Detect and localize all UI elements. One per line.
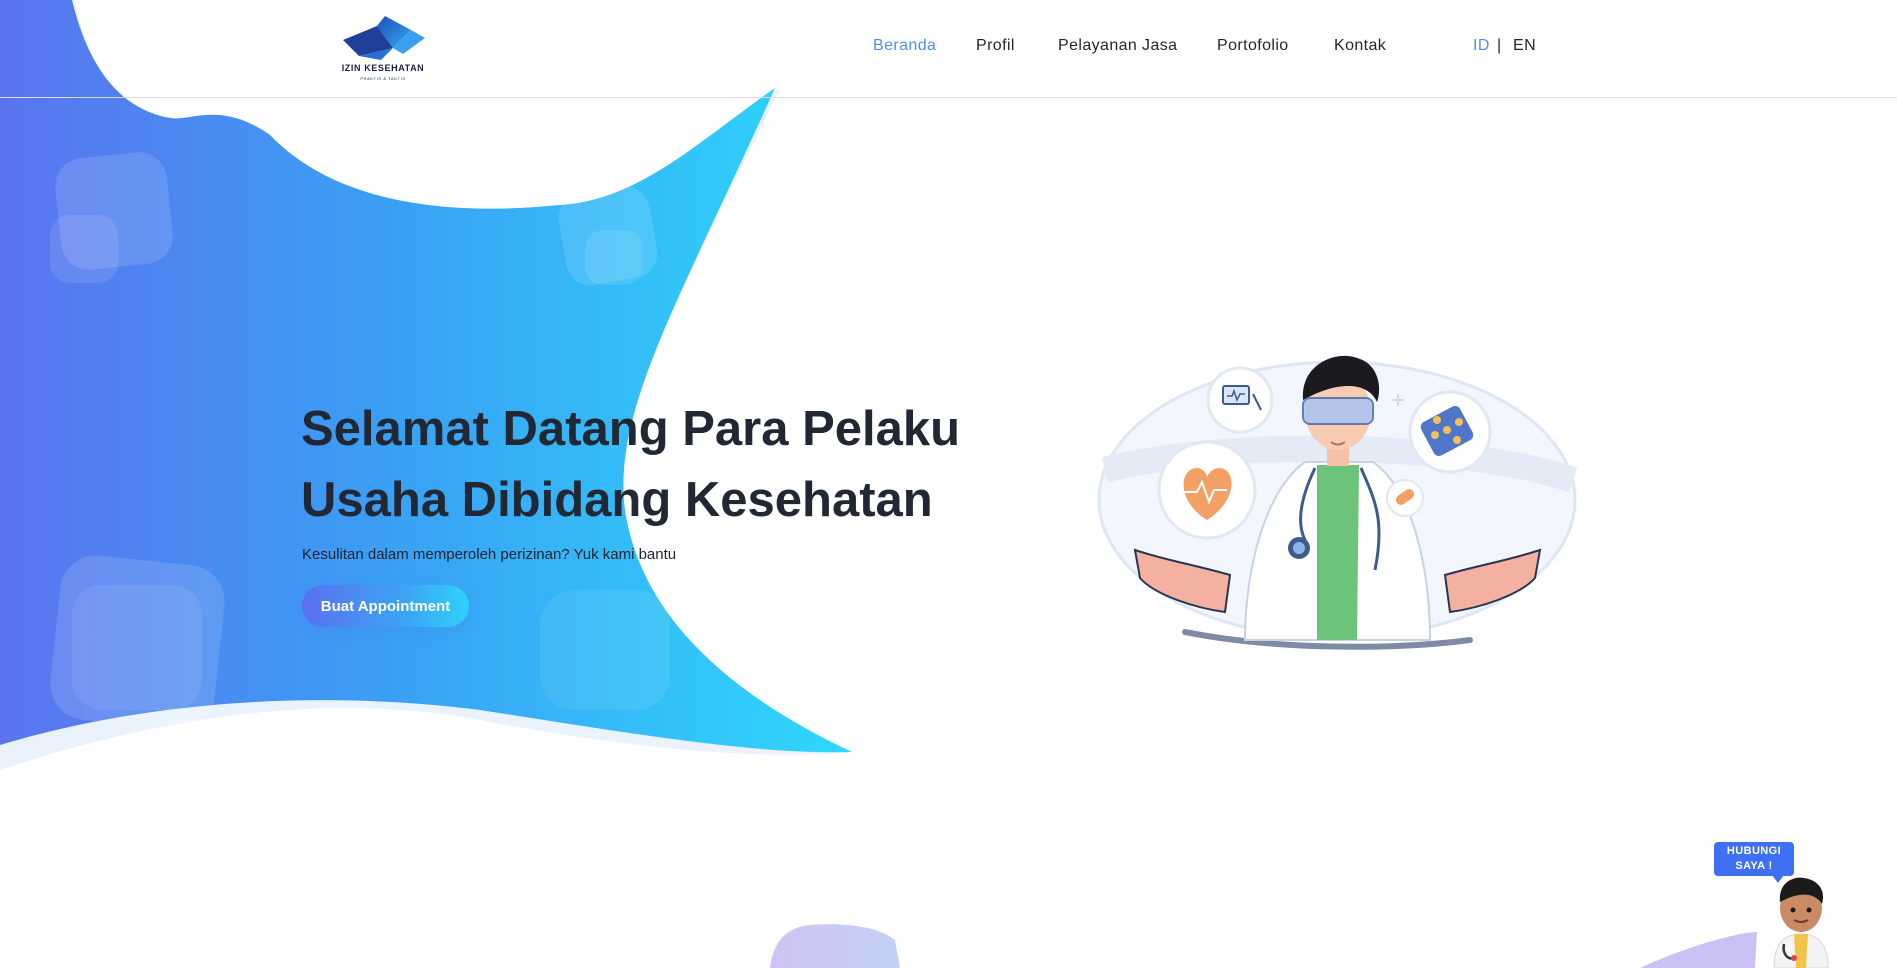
logo-mark-icon <box>343 16 425 60</box>
hero-title-line-1: Selamat Datang Para Pelaku <box>301 402 961 456</box>
doctor-avatar-icon <box>1773 877 1829 968</box>
contact-line-1: HUBUNGI <box>1726 845 1782 857</box>
page: IZIN KESEHATAN PRAKTIS & TAKTIS Beranda … <box>0 0 1897 968</box>
doctor-illustration <box>1097 355 1578 650</box>
hero-title-line-2: Usaha Dibidang Kesehatan <box>301 473 933 527</box>
contact-line-2: SAYA ! <box>1735 860 1773 872</box>
logo-title: IZIN KESEHATAN <box>341 63 425 73</box>
buat-appointment-button[interactable]: Buat Appointment <box>302 585 469 627</box>
nav-item-portofolio[interactable]: Portofolio <box>1217 37 1289 55</box>
language-id-link[interactable]: ID <box>1473 37 1490 55</box>
brand-logo[interactable]: IZIN KESEHATAN PRAKTIS & TAKTIS <box>333 10 433 86</box>
contact-me-widget[interactable]: HUBUNGI SAYA ! <box>1712 840 1837 968</box>
nav-item-kontak[interactable]: Kontak <box>1334 37 1386 55</box>
site-header: IZIN KESEHATAN PRAKTIS & TAKTIS Beranda … <box>0 0 1897 98</box>
hero-subtitle: Kesulitan dalam memperoleh perizinan? Yu… <box>302 546 677 563</box>
nav-item-profil[interactable]: Profil <box>976 37 1015 55</box>
language-en-link[interactable]: EN <box>1513 37 1536 55</box>
logo-tagline: PRAKTIS & TAKTIS <box>360 76 406 81</box>
contact-me-bubble[interactable]: HUBUNGI SAYA ! <box>1714 842 1794 883</box>
language-separator: | <box>1497 37 1502 54</box>
nav-item-beranda[interactable]: Beranda <box>873 37 936 55</box>
hero-title: Selamat Datang Para Pelaku Usaha Dibidan… <box>301 394 981 536</box>
nav-item-pelayanan-jasa[interactable]: Pelayanan Jasa <box>1058 37 1177 55</box>
